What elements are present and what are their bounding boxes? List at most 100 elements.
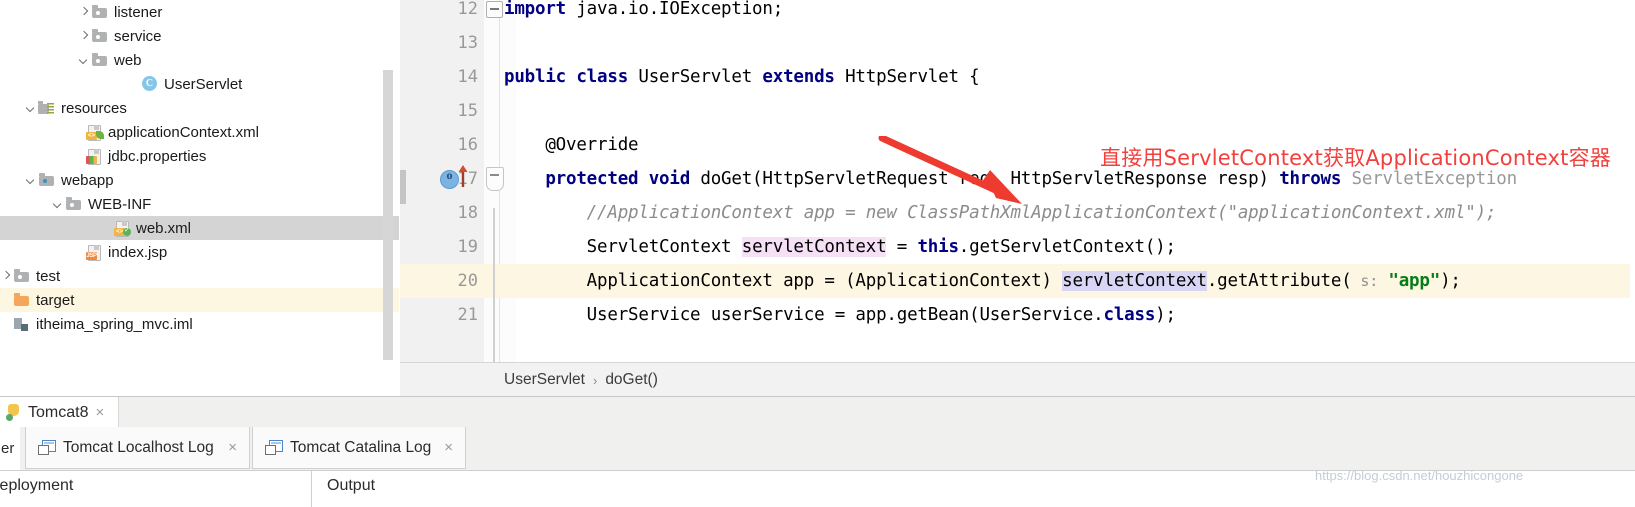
breadcrumb-bar: UserServlet › doGet() — [400, 362, 1635, 397]
tree-item-userservlet[interactable]: C UserServlet — [0, 72, 399, 96]
code-token: this — [917, 237, 959, 257]
watermark-text: https://blog.csdn.net/houzhicongone — [1315, 468, 1524, 483]
tree-item-listener[interactable]: listener — [0, 0, 399, 24]
project-tree-list[interactable]: listener service web C UserServlet resources <… — [0, 0, 399, 336]
tree-item-webapp[interactable]: webapp — [0, 168, 399, 192]
code-token: UserService userService = app.getBean(Us… — [504, 305, 1104, 325]
code-text: @Override — [504, 135, 638, 155]
code-line-12[interactable]: 12 import java.io.IOException; — [400, 0, 1635, 26]
log-tab-close-icon[interactable]: × — [228, 439, 237, 456]
code-token: import — [504, 0, 567, 19]
tree-scrollbar-track[interactable] — [383, 0, 396, 396]
breadcrumb-method[interactable]: doGet() — [605, 371, 658, 389]
code-line-13[interactable]: 13 — [400, 26, 1635, 60]
deployment-column[interactable]: Deployment — [0, 471, 312, 507]
tree-item-label: target — [36, 291, 75, 309]
code-editor[interactable]: 12 import java.io.IOException; 13 14 public … — [400, 0, 1635, 362]
editor-right-edge — [1630, 0, 1635, 362]
resources-folder-icon — [38, 100, 56, 116]
chevron-down-icon[interactable] — [52, 198, 65, 211]
tree-item-index-jsp[interactable]: JSP index.jsp — [0, 240, 399, 264]
breadcrumb[interactable]: UserServlet › doGet() — [504, 371, 658, 389]
project-tool-window[interactable]: listener service web C UserServlet resources <… — [0, 0, 399, 396]
chevron-right-icon[interactable] — [0, 270, 13, 283]
code-text: public class UserServlet extends HttpSer… — [504, 67, 980, 87]
code-token: protected void — [545, 169, 691, 189]
log-tab-tomcat-localhost-log[interactable]: Tomcat Localhost Log × — [25, 427, 250, 469]
tree-item-test[interactable]: test — [0, 264, 399, 288]
log-tab-partial-left[interactable]: er — [0, 427, 20, 470]
tab-tomcat8-label: Tomcat8 — [28, 403, 89, 421]
code-token: .getServletContext(); — [958, 237, 1176, 257]
code-line-21[interactable]: 21 UserService userService = app.getBean… — [400, 298, 1635, 332]
override-method-icon[interactable] — [440, 168, 459, 189]
code-line-15[interactable]: 15 — [400, 94, 1635, 128]
breadcrumb-class[interactable]: UserServlet — [504, 371, 585, 389]
code-line-14[interactable]: 14 public class UserServlet extends HttpS… — [400, 60, 1635, 94]
run-toolwindow-tab-bar[interactable]: Tomcat8 × — [0, 396, 1635, 428]
line-number: 20 — [457, 271, 478, 291]
tree-item-itheima-spring-mvc-iml[interactable]: itheima_spring_mvc.iml — [0, 312, 399, 336]
annotation-arrow-icon — [878, 136, 1022, 204]
code-token: java.io.IOException; — [566, 0, 784, 19]
log-tab-label: Tomcat Localhost Log — [63, 438, 214, 456]
code-fold-icon[interactable] — [486, 1, 503, 18]
code-token: servletContext — [741, 237, 887, 257]
tab-tomcat8-close-icon[interactable]: × — [95, 404, 104, 421]
code-line-19[interactable]: 19 ServletContext servletContext = this.… — [400, 230, 1635, 264]
log-tab-close-icon[interactable]: × — [444, 439, 453, 456]
code-token: class — [1103, 305, 1156, 325]
tree-item-web[interactable]: web — [0, 48, 399, 72]
tree-item-label: service — [114, 27, 162, 45]
breadcrumb-separator-icon: › — [592, 372, 598, 388]
fold-region-bar — [493, 208, 495, 362]
web-xml-file-icon: <> — [113, 220, 131, 237]
chevron-down-icon[interactable] — [25, 174, 38, 187]
tree-item-resources[interactable]: resources — [0, 96, 399, 120]
log-tab-tomcat-catalina-log[interactable]: Tomcat Catalina Log × — [252, 427, 466, 469]
module-file-icon — [13, 316, 31, 332]
tomcat-run-icon — [6, 404, 21, 421]
chevron-down-icon[interactable] — [78, 54, 91, 67]
line-number: 14 — [457, 67, 478, 87]
run-arrow-icon — [458, 165, 468, 187]
source-folder-icon — [38, 172, 56, 188]
deployment-caption: Deployment — [0, 477, 74, 494]
code-token: ServletException — [1341, 169, 1518, 189]
code-fold-shield-icon[interactable] — [486, 167, 504, 191]
tree-item-label: itheima_spring_mvc.iml — [36, 315, 193, 333]
tree-item-target[interactable]: target — [0, 288, 399, 312]
tree-item-jdbc-properties[interactable]: jdbc.properties — [0, 144, 399, 168]
tree-item-service[interactable]: service — [0, 24, 399, 48]
line-number: 13 — [457, 33, 478, 53]
editor-vertical-scrollbar-thumb[interactable] — [400, 170, 406, 204]
output-caption: Output — [327, 477, 376, 494]
code-token: "app" — [1388, 271, 1441, 291]
folder-icon — [65, 196, 83, 212]
code-token: extends — [762, 67, 835, 87]
chevron-right-icon[interactable] — [78, 6, 91, 19]
log-window-icon — [38, 440, 56, 455]
tree-item-label: web — [114, 51, 142, 69]
tree-item-applicationcontext-xml[interactable]: <> applicationContext.xml — [0, 120, 399, 144]
tree-item-label: index.jsp — [108, 243, 168, 261]
chevron-right-icon[interactable] — [78, 30, 91, 43]
chevron-down-icon[interactable] — [25, 102, 38, 115]
log-tab-bar[interactable]: er Tomcat Localhost Log × Tomcat Catalina … — [0, 427, 1635, 470]
tree-item-web-inf[interactable]: WEB-INF — [0, 192, 399, 216]
line-number: 15 — [457, 101, 478, 121]
tree-item-label: web.xml — [136, 219, 192, 237]
code-token: @Override — [504, 135, 639, 155]
code-token: = — [886, 237, 918, 257]
folder-icon — [91, 4, 109, 20]
line-number: 21 — [457, 305, 478, 325]
tab-tomcat8[interactable]: Tomcat8 × — [0, 397, 120, 428]
code-text: ServletContext servletContext = this.get… — [504, 237, 1176, 257]
code-line-20[interactable]: 20 ApplicationContext app = (Application… — [400, 264, 1635, 298]
tree-scrollbar-thumb[interactable] — [383, 70, 393, 360]
line-number: 16 — [457, 135, 478, 155]
tree-item-web-xml[interactable]: <> web.xml — [0, 216, 399, 240]
